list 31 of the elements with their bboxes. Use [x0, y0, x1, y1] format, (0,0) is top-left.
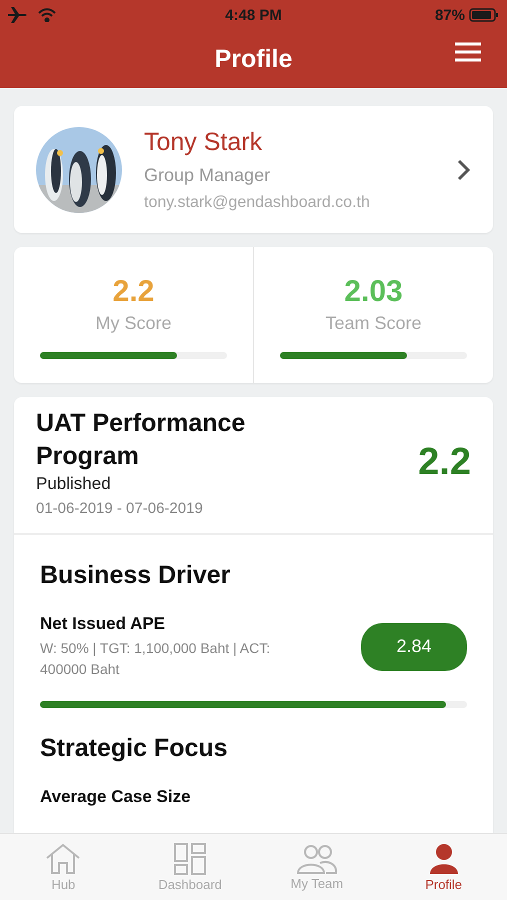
program-status: Published: [36, 474, 112, 494]
team-icon: [296, 844, 338, 874]
person-icon: [428, 842, 460, 874]
metric-detail: W: 50% | TGT: 1,100,000 Baht | ACT: 400000 Baht: [40, 639, 272, 679]
user-role: Group Manager: [144, 164, 272, 186]
menu-icon[interactable]: [455, 42, 481, 62]
chevron-right-icon: [457, 158, 471, 181]
battery-icon: [468, 8, 499, 22]
program-score: 2.2: [418, 440, 471, 484]
program-period: 01-06-2019 - 07-06-2019: [36, 500, 204, 518]
metric-name: Average Case Size: [40, 787, 192, 807]
user-name: Tony Stark: [144, 128, 264, 157]
section-title: Strategic Focus: [40, 734, 229, 763]
section-title: Business Driver: [40, 561, 232, 590]
dashboard-icon: [174, 842, 206, 874]
score-label: Team Score: [325, 313, 422, 334]
status-time: 4:48 PM: [225, 6, 282, 24]
wifi-icon: [38, 8, 56, 22]
profile-card[interactable]: Tony Stark Group Manager tony.stark@gendashboard.co.th: [14, 106, 493, 234]
metric-name: Net Issued APE: [40, 614, 166, 634]
airplane-icon: [8, 7, 28, 23]
metric-score-button[interactable]: 2.84: [361, 622, 467, 671]
battery-percent: 87%: [434, 6, 465, 24]
page-title: Profile: [214, 44, 292, 74]
home-icon: [45, 842, 82, 874]
score-value: 2.03: [344, 275, 403, 310]
program-title: UAT Performance Program: [36, 408, 246, 472]
score-label: My Score: [95, 313, 172, 334]
tab-bar-item[interactable]: Profile: [380, 834, 507, 900]
score-value: 2.2: [112, 275, 154, 310]
user-email: tony.stark@gendashboard.co.th: [144, 194, 371, 212]
